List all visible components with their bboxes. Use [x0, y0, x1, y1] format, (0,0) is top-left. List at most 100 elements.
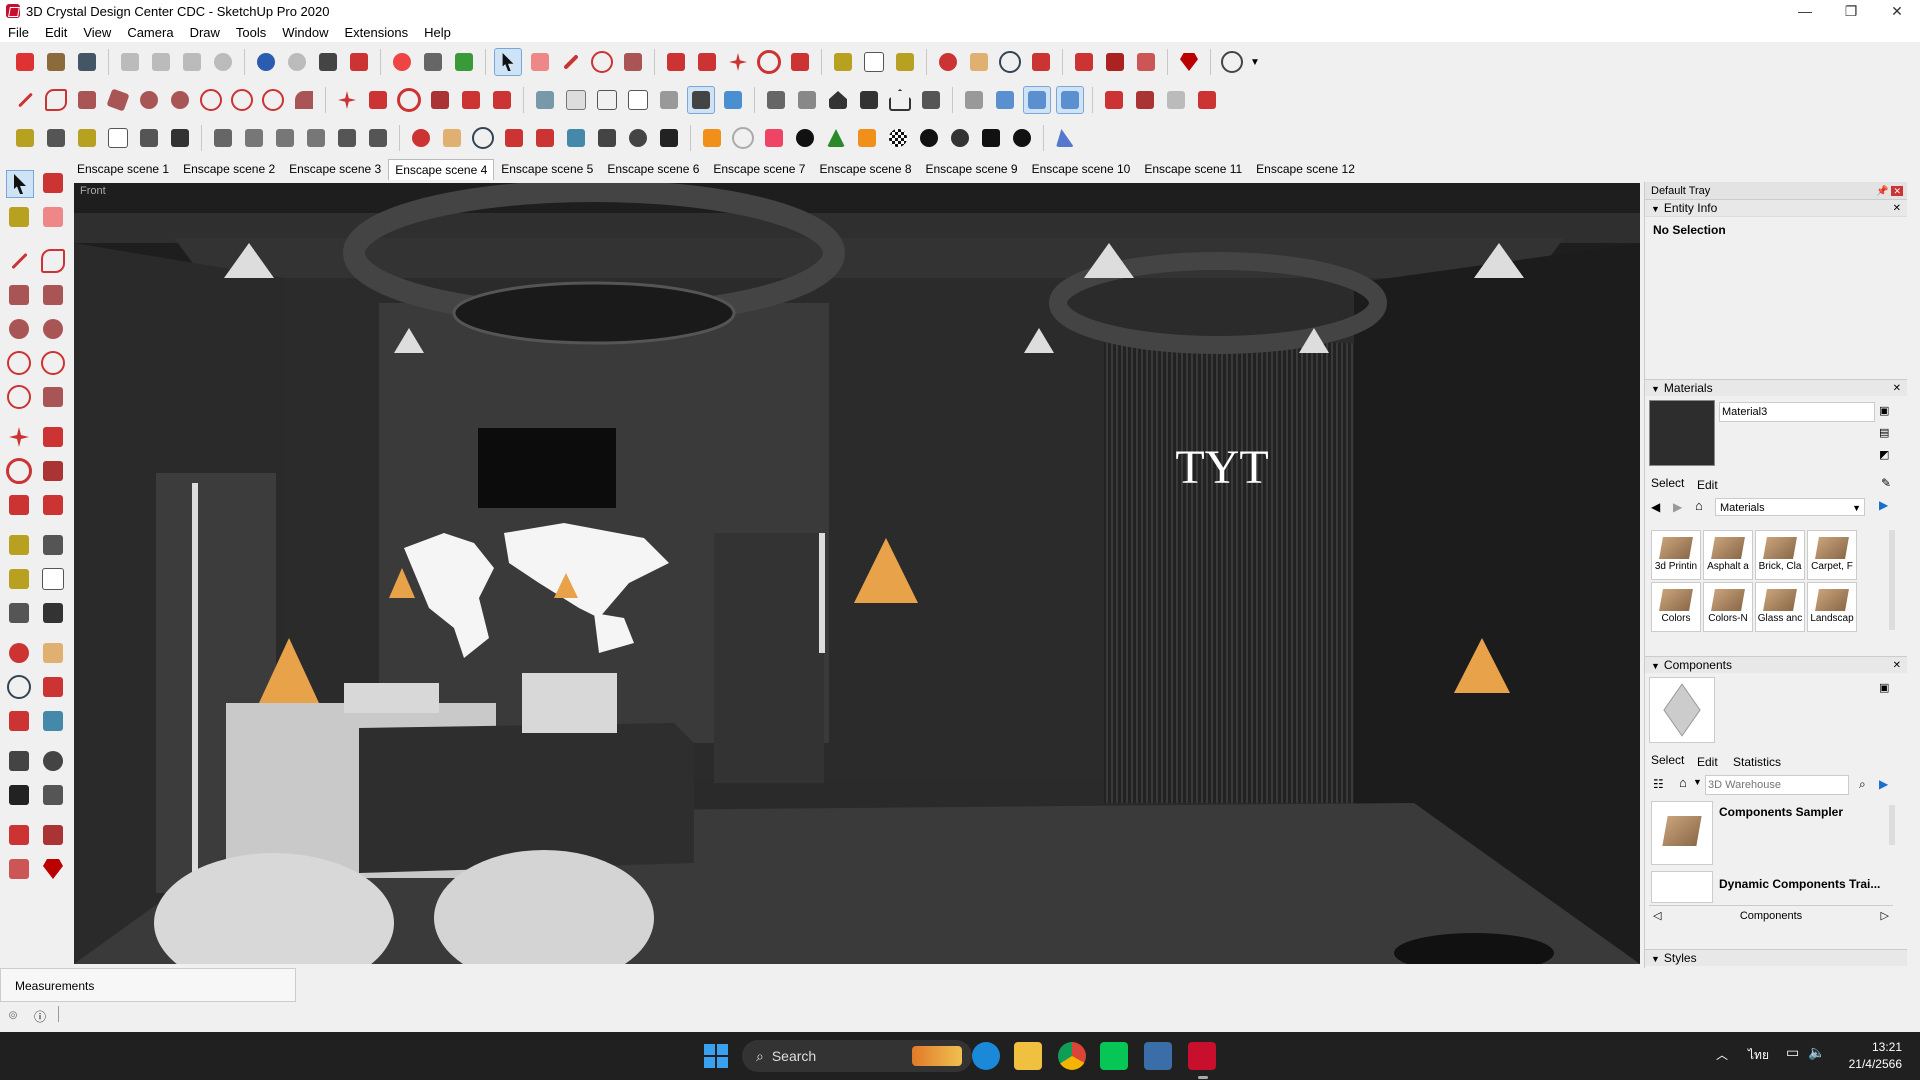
- rectangle-tool-icon[interactable]: [6, 282, 32, 308]
- drape-icon[interactable]: [303, 125, 329, 151]
- components-edit-tab[interactable]: Edit: [1697, 755, 1718, 769]
- maximize-icon[interactable]: ❐: [1828, 0, 1874, 22]
- arc-draw-icon[interactable]: [198, 87, 224, 113]
- edge-browser-icon[interactable]: [972, 1042, 1000, 1070]
- paint-bucket-icon[interactable]: [892, 49, 918, 75]
- collapse-icon[interactable]: ▼: [1651, 954, 1660, 964]
- select-tool-icon[interactable]: [6, 170, 34, 198]
- forward-arrow-icon[interactable]: ▷: [1881, 906, 1889, 926]
- look-around-icon[interactable]: [625, 125, 651, 151]
- rectangle-icon[interactable]: [620, 49, 646, 75]
- offset-icon[interactable]: [489, 87, 515, 113]
- text-label-icon[interactable]: [105, 125, 131, 151]
- scene-tab[interactable]: Enscape scene 8: [812, 158, 918, 180]
- material-tile[interactable]: Colors-N: [1703, 582, 1753, 632]
- circle-icon[interactable]: [136, 87, 162, 113]
- scene-tab[interactable]: Enscape scene 9: [919, 158, 1025, 180]
- pan-palette-icon[interactable]: [40, 640, 66, 666]
- add-detail-icon[interactable]: [334, 125, 360, 151]
- flip-edge-icon[interactable]: [365, 125, 391, 151]
- ruby-gem-icon[interactable]: [1176, 49, 1202, 75]
- scene-tab-active[interactable]: Enscape scene 4: [388, 158, 495, 180]
- stamp-icon[interactable]: [272, 125, 298, 151]
- pan-hand-icon[interactable]: [966, 49, 992, 75]
- iso-view-icon[interactable]: [763, 87, 789, 113]
- protractor-icon[interactable]: [74, 125, 100, 151]
- eyedropper-icon[interactable]: ✎: [1881, 476, 1891, 490]
- enscape-sun-icon[interactable]: [854, 125, 880, 151]
- eraser-tool-icon[interactable]: [40, 204, 66, 230]
- outliner-icon[interactable]: [420, 49, 446, 75]
- line-tool-icon[interactable]: [6, 248, 32, 274]
- follow-me-icon[interactable]: [694, 49, 720, 75]
- material-name-input[interactable]: [1719, 402, 1875, 422]
- rotate-palette-icon[interactable]: [6, 458, 32, 484]
- search-icon[interactable]: ⌕: [1859, 777, 1866, 792]
- back-view-icon[interactable]: [887, 87, 913, 113]
- geolocation-icon[interactable]: ⊚: [8, 1008, 18, 1022]
- push-pull-icon[interactable]: [663, 49, 689, 75]
- component-options-icon[interactable]: ▣: [1879, 681, 1889, 694]
- sketchup-taskbar-icon[interactable]: [1188, 1042, 1216, 1070]
- zoom-extents-icon[interactable]: [1028, 49, 1054, 75]
- arc-icon[interactable]: [589, 49, 615, 75]
- collapse-icon[interactable]: ▼: [1651, 204, 1660, 214]
- default-material-icon[interactable]: ◩: [1879, 448, 1889, 461]
- component-folder-thumb[interactable]: [1651, 871, 1713, 903]
- warehouse-share-icon[interactable]: [1101, 87, 1127, 113]
- polygon-icon[interactable]: [167, 87, 193, 113]
- print-icon[interactable]: [315, 49, 341, 75]
- component-item-title[interactable]: Dynamic Components Trai...: [1719, 877, 1880, 891]
- arc-tool-icon[interactable]: [6, 350, 32, 376]
- material-tile[interactable]: Colors: [1651, 582, 1701, 632]
- zoom-icon[interactable]: [997, 49, 1023, 75]
- back-arrow-icon[interactable]: ◁: [1653, 906, 1661, 926]
- rotated-rect-tool-icon[interactable]: [40, 282, 66, 308]
- two-point-arc-icon[interactable]: [229, 87, 255, 113]
- enscape-views-icon[interactable]: [761, 125, 787, 151]
- details-arrow-icon[interactable]: ▶: [1879, 777, 1888, 791]
- scene-tab[interactable]: Enscape scene 5: [494, 158, 600, 180]
- zoom-extents-tool-icon[interactable]: [532, 125, 558, 151]
- erase-icon[interactable]: [210, 49, 236, 75]
- dimension-palette-icon[interactable]: [40, 532, 66, 558]
- details-arrow-icon[interactable]: ▶: [1879, 498, 1888, 512]
- text-palette-icon[interactable]: [40, 566, 66, 592]
- pie-tool-icon[interactable]: [40, 384, 66, 410]
- components-statistics-tab[interactable]: Statistics: [1733, 755, 1781, 769]
- component-item-title[interactable]: Components Sampler: [1719, 805, 1843, 819]
- material-tile[interactable]: Landscap: [1807, 582, 1857, 632]
- 3d-text-icon[interactable]: [167, 125, 193, 151]
- xray-icon[interactable]: [532, 87, 558, 113]
- scene-tab[interactable]: Enscape scene 11: [1137, 158, 1249, 180]
- model-info-icon[interactable]: [346, 49, 372, 75]
- new-file-icon[interactable]: [12, 49, 38, 75]
- close-tray-icon[interactable]: ✕: [1891, 185, 1903, 196]
- chevron-down-icon[interactable]: ▼: [1250, 57, 1260, 68]
- make-component-icon[interactable]: [40, 170, 66, 196]
- text-icon[interactable]: [861, 49, 887, 75]
- zoom-window-icon[interactable]: [501, 125, 527, 151]
- menu-tools[interactable]: Tools: [228, 25, 274, 40]
- styles-builder-icon[interactable]: [1194, 87, 1220, 113]
- look-around-palette-icon[interactable]: [40, 748, 66, 774]
- collapse-icon[interactable]: ▼: [1651, 384, 1660, 394]
- previous-palette-icon[interactable]: [40, 708, 66, 734]
- components-select-tab[interactable]: Select: [1651, 753, 1684, 767]
- material-tile[interactable]: 3d Printin: [1651, 530, 1701, 580]
- pie-icon[interactable]: [291, 87, 317, 113]
- copy-icon[interactable]: [148, 49, 174, 75]
- minimize-icon[interactable]: —: [1782, 0, 1828, 22]
- enscape-export-icon[interactable]: [1133, 49, 1159, 75]
- warehouse-search-input[interactable]: [1705, 775, 1849, 795]
- paste-icon[interactable]: [179, 49, 205, 75]
- home-icon[interactable]: ⌂: [1695, 498, 1703, 513]
- protractor-palette-icon[interactable]: [6, 566, 32, 592]
- enscape-feedback-icon[interactable]: [978, 125, 1004, 151]
- scene-tab[interactable]: Enscape scene 10: [1025, 158, 1138, 180]
- orbit-icon[interactable]: [935, 49, 961, 75]
- hidden-line-icon[interactable]: [625, 87, 651, 113]
- orbit-palette-icon[interactable]: [6, 640, 32, 666]
- rotate-tool-icon[interactable]: [396, 87, 422, 113]
- enscape-asset-icon[interactable]: [823, 125, 849, 151]
